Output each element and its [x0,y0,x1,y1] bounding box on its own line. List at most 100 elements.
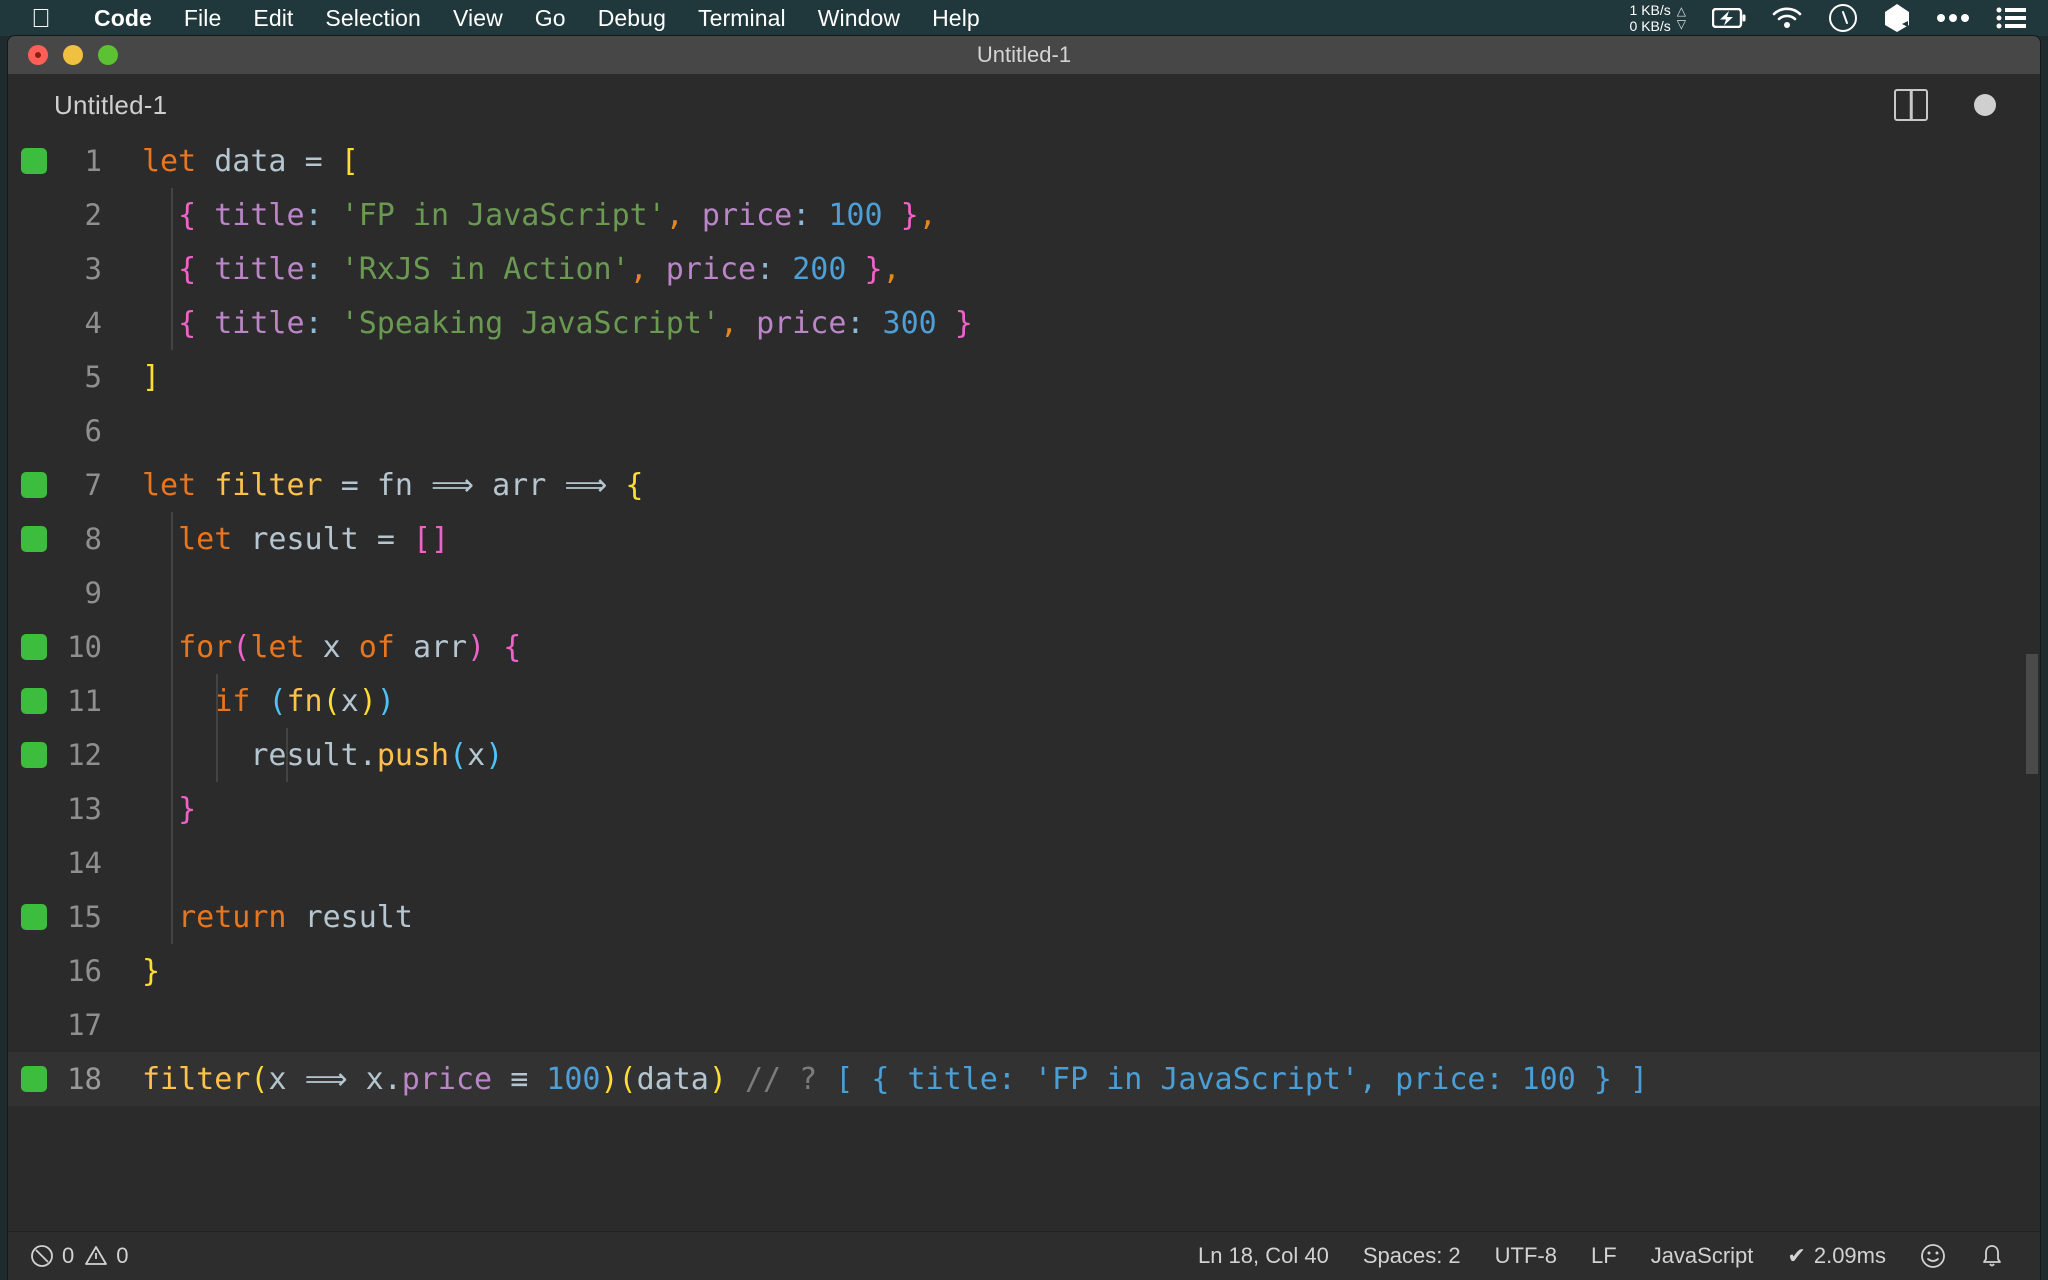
error-circle-icon [30,1244,54,1268]
code-line-9[interactable]: 9 [8,566,2040,620]
wifi-icon[interactable] [1772,7,1802,29]
line-number: 6 [84,414,102,448]
macos-menu-bar:  Code File Edit Selection View Go Debug… [0,0,2048,36]
window-titlebar: Untitled-1 [8,36,2040,75]
breakpoint-marker-icon[interactable] [21,634,47,660]
line-content: let result = [] [178,521,450,557]
battery-charging-icon[interactable] [1712,8,1746,28]
line-content: let data = [ [142,143,359,179]
cursor-position[interactable]: Ln 18, Col 40 [1198,1243,1329,1269]
apple-logo-icon[interactable]:  [26,1,56,35]
feedback-button[interactable] [1920,1243,1946,1269]
menu-item-view[interactable]: View [437,5,519,32]
code-line-2[interactable]: 2 { title: 'FP in JavaScript', price: 10… [8,188,2040,242]
menu-item-go[interactable]: Go [519,5,582,32]
dropbox-icon[interactable] [1884,3,1910,33]
smiley-icon [1920,1243,1946,1269]
line-content: } [142,953,161,989]
tabbar-actions [1894,89,2040,121]
line-content: ] [142,359,161,395]
maximize-button[interactable] [98,45,118,65]
runtime-value: 2.09ms [1813,1243,1886,1268]
code-line-1[interactable]: 1 let data = [ [8,134,2040,188]
code-line-14[interactable]: 14 [8,836,2040,890]
breakpoint-marker-icon[interactable] [21,904,47,930]
line-content: if (fn(x)) [214,683,395,719]
warning-triangle-icon [84,1244,108,1268]
status-bar: 0 0 Ln 18, Col 40 Spaces: 2 UTF-8 LF Jav… [8,1231,2040,1280]
menu-item-selection[interactable]: Selection [309,5,437,32]
code-line-4[interactable]: 4 { title: 'Speaking JavaScript', price:… [8,296,2040,350]
minimize-button[interactable] [63,45,83,65]
menu-item-terminal[interactable]: Terminal [682,5,802,32]
line-content: return result [178,899,413,935]
traffic-lights [8,45,118,65]
code-line-8[interactable]: 8 let result = [] [8,512,2040,566]
line-number: 2 [84,198,102,232]
window-title: Untitled-1 [976,42,1072,67]
vscode-window: Untitled-1 Untitled-1 1 let data = [ 2 {… [8,36,2040,1280]
error-count[interactable]: 0 [30,1243,74,1269]
clock-icon[interactable] [1828,3,1858,33]
line-content: { title: 'FP in JavaScript', price: 100 … [178,197,937,233]
menu-item-help[interactable]: Help [916,5,996,32]
status-bar-right: Ln 18, Col 40 Spaces: 2 UTF-8 LF JavaScr… [1198,1243,2040,1269]
code-line-16[interactable]: 16 } [8,944,2040,998]
menu-item-file[interactable]: File [168,5,237,32]
ellipsis-icon[interactable] [1936,13,1970,23]
check-mark-icon: ✔ [1787,1243,1806,1268]
line-number: 3 [84,252,102,286]
line-content: filter(x ⟹ x.price ≡ 100)(data) // ? [ {… [142,1061,1649,1097]
split-editor-icon[interactable] [1894,89,1928,121]
breakpoint-marker-icon[interactable] [21,742,47,768]
notifications-button[interactable] [1980,1243,2004,1269]
code-line-15[interactable]: 15 return result [8,890,2040,944]
menu-bar-status-icons: 1 KB/s 0 KB/s △ ▽ [1630,2,2048,34]
code-line-13[interactable]: 13 } [8,782,2040,836]
unsaved-dot-icon[interactable] [1974,94,1996,116]
code-line-5[interactable]: 5 ] [8,350,2040,404]
code-line-17[interactable]: 17 [8,998,2040,1052]
warning-count-value: 0 [116,1243,129,1268]
code-line-18[interactable]: 18 filter(x ⟹ x.price ≡ 100)(data) // ? … [8,1052,2040,1106]
status-bar-left: 0 0 [8,1243,129,1269]
menu-item-debug[interactable]: Debug [582,5,682,32]
line-content: { title: 'Speaking JavaScript', price: 3… [178,305,973,341]
download-speed: 0 KB/s [1629,18,1671,34]
line-content: result.push(x) [250,737,504,773]
breakpoint-marker-icon[interactable] [21,148,47,174]
line-content: { title: 'RxJS in Action', price: 200 }, [178,251,901,287]
line-number: 14 [67,846,102,880]
triangle-down-icon: ▽ [1676,17,1686,31]
menu-item-edit[interactable]: Edit [237,5,309,32]
file-encoding[interactable]: UTF-8 [1495,1243,1557,1269]
list-menu-icon[interactable] [1996,6,2026,30]
runtime-status[interactable]: ✔ 2.09ms [1787,1243,1886,1269]
network-speed-indicator[interactable]: 1 KB/s 0 KB/s △ ▽ [1630,2,1686,34]
code-line-11[interactable]: 11 if (fn(x)) [8,674,2040,728]
code-line-6[interactable]: 6 [8,404,2040,458]
line-number: 9 [84,576,102,610]
tab-untitled-1[interactable]: Untitled-1 [8,90,167,121]
breakpoint-marker-icon[interactable] [21,1066,47,1092]
menu-item-window[interactable]: Window [802,5,916,32]
line-number: 17 [67,1008,102,1042]
warning-count[interactable]: 0 [84,1243,129,1269]
line-ending[interactable]: LF [1591,1243,1617,1269]
breakpoint-marker-icon[interactable] [21,526,47,552]
code-line-7[interactable]: 7 let filter = fn ⟹ arr ⟹ { [8,458,2040,512]
line-content: let filter = fn ⟹ arr ⟹ { [142,467,644,503]
indentation-setting[interactable]: Spaces: 2 [1363,1243,1461,1269]
error-count-value: 0 [62,1243,75,1268]
menu-item-code[interactable]: Code [78,5,168,32]
breakpoint-marker-icon[interactable] [21,472,47,498]
close-button[interactable] [28,45,48,65]
code-line-10[interactable]: 10 for(let x of arr) { [8,620,2040,674]
code-editor[interactable]: 1 let data = [ 2 { title: 'FP in JavaScr… [8,134,2040,1232]
code-line-12[interactable]: 12 result.push(x) [8,728,2040,782]
bell-icon [1980,1243,2004,1269]
line-content: } [178,791,197,827]
code-line-3[interactable]: 3 { title: 'RxJS in Action', price: 200 … [8,242,2040,296]
breakpoint-marker-icon[interactable] [21,688,47,714]
language-mode[interactable]: JavaScript [1651,1243,1754,1269]
